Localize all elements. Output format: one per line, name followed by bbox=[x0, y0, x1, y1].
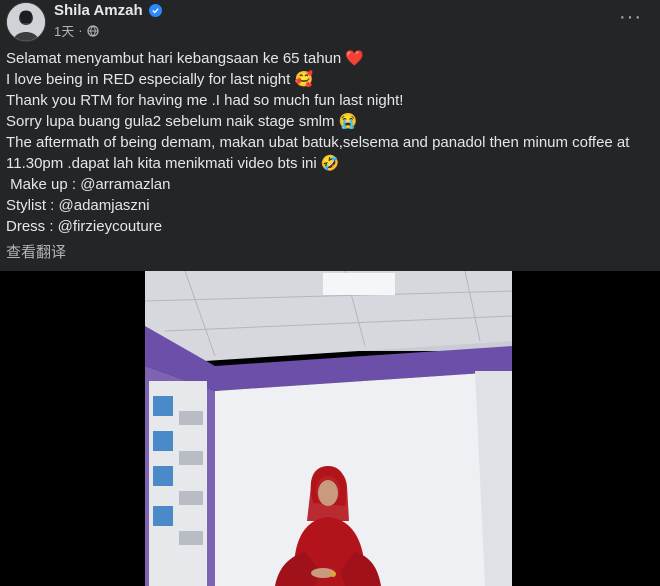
post-line: Thank you RTM for having me .I had so mu… bbox=[6, 92, 404, 109]
post-line: Dress : @firzieycouture bbox=[6, 218, 163, 235]
verified-badge-icon bbox=[148, 4, 162, 17]
post-meta: 1天 · bbox=[54, 21, 99, 40]
dot-separator: · bbox=[78, 23, 83, 38]
see-translation-link[interactable]: 查看翻译 bbox=[6, 241, 66, 262]
author-row: Shila Amzah bbox=[54, 2, 162, 19]
globe-icon bbox=[86, 24, 99, 37]
author-name[interactable]: Shila Amzah bbox=[54, 2, 143, 19]
post-line: Sorry lupa buang gula2 sebelum naik stag… bbox=[6, 113, 358, 130]
video-frame bbox=[145, 271, 512, 586]
post-line: Stylist : @adamjaszni bbox=[6, 197, 150, 214]
video-area[interactable] bbox=[0, 271, 660, 586]
avatar-image bbox=[7, 3, 45, 41]
post-line: I love being in RED especially for last … bbox=[6, 71, 314, 88]
post-time[interactable]: 1天 bbox=[54, 21, 74, 40]
post-body: Selamat menyambut hari kebangsaan ke 65 … bbox=[6, 48, 646, 237]
post-line: Selamat menyambut hari kebangsaan ke 65 … bbox=[6, 50, 365, 67]
avatar[interactable] bbox=[6, 2, 46, 42]
post-line: The aftermath of being demam, makan ubat… bbox=[6, 134, 630, 151]
post-line: 11.30pm .dapat lah kita menikmati video … bbox=[6, 155, 340, 172]
video-player[interactable] bbox=[145, 271, 512, 586]
more-options-button[interactable]: ··· bbox=[619, 6, 642, 29]
post-header: Shila Amzah 1天 · ··· bbox=[0, 0, 660, 44]
post-line: Make up : @arramazlan bbox=[6, 176, 171, 193]
